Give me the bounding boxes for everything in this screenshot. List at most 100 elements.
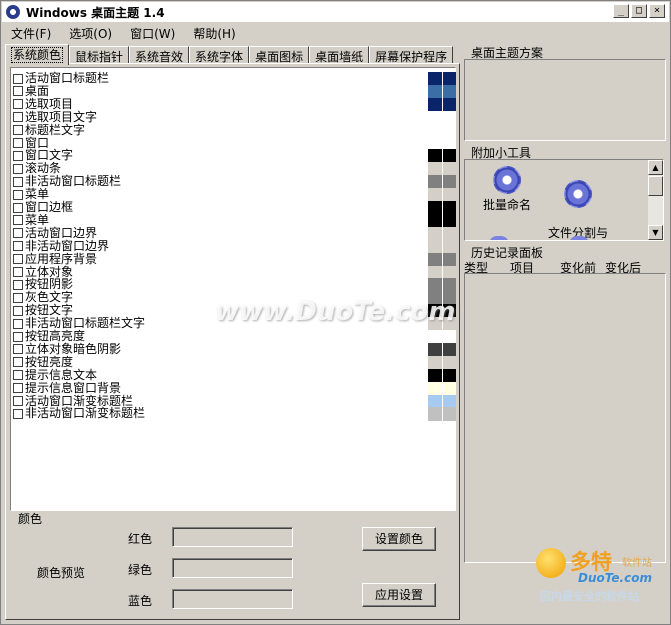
color-swatch[interactable] [428, 355, 442, 370]
color-swatch[interactable] [428, 84, 442, 99]
item-checkbox[interactable] [13, 267, 23, 277]
color-swatch[interactable] [428, 265, 442, 279]
color-swatch-alt[interactable] [443, 252, 456, 266]
item-checkbox[interactable] [13, 150, 23, 161]
color-list-item[interactable]: 选取项目 [13, 97, 73, 111]
item-checkbox[interactable] [13, 408, 23, 419]
color-swatch[interactable] [428, 213, 442, 228]
color-list-item[interactable]: 菜单 [13, 213, 49, 227]
menu-options[interactable]: 选项(O) [60, 23, 121, 42]
item-checkbox[interactable] [13, 215, 23, 226]
item-checkbox[interactable] [13, 176, 23, 187]
tab-system-colors[interactable]: 系统颜色 [5, 44, 70, 65]
color-list-item[interactable]: 提示信息文本 [13, 368, 97, 382]
color-swatch-alt[interactable] [443, 394, 456, 408]
color-swatch[interactable] [428, 252, 442, 266]
color-item-list[interactable]: 活动窗口标题栏 桌面 选取项目 选取项目文字 标题栏文字 窗口 窗口文字 滚动条 非活动窗口标题… [10, 67, 456, 511]
item-checkbox[interactable] [13, 241, 23, 252]
color-swatch-alt[interactable] [443, 123, 456, 137]
color-swatch[interactable] [428, 72, 442, 86]
tab-mouse-pointer[interactable]: 鼠标指针 [69, 46, 130, 64]
color-swatch-alt[interactable] [443, 136, 456, 150]
red-value-field[interactable] [172, 527, 293, 547]
item-checkbox[interactable] [13, 189, 23, 200]
color-swatch[interactable] [428, 342, 442, 357]
item-checkbox[interactable] [13, 305, 23, 316]
color-swatch[interactable] [428, 175, 442, 189]
item-checkbox[interactable] [13, 396, 23, 406]
color-swatch[interactable] [428, 407, 442, 421]
color-list-item[interactable]: 提示信息窗口背景 [13, 381, 121, 395]
color-swatch-alt[interactable] [443, 239, 456, 254]
color-swatch-alt[interactable] [443, 213, 456, 228]
color-swatch[interactable] [428, 394, 442, 408]
tab-screensaver[interactable]: 屏幕保护程序 [369, 46, 454, 64]
item-checkbox[interactable] [13, 331, 23, 342]
color-list-item[interactable]: 非活动窗口边界 [13, 239, 109, 253]
color-swatch-alt[interactable] [443, 368, 456, 383]
addon-scrollbar[interactable]: ▲ ▼ [648, 160, 663, 240]
menu-file[interactable]: 文件(F) [2, 23, 60, 42]
color-swatch-alt[interactable] [443, 330, 456, 344]
color-swatch-alt[interactable] [443, 265, 456, 279]
tab-system-sounds[interactable]: 系统音效 [129, 46, 190, 64]
item-checkbox[interactable] [13, 344, 23, 355]
color-list-item[interactable]: 标题栏文字 [13, 123, 85, 137]
blue-value-field[interactable] [172, 589, 293, 609]
set-color-button[interactable]: 设置颜色 [362, 527, 436, 551]
color-swatch[interactable] [428, 226, 442, 241]
color-list-item[interactable]: 桌面 [13, 84, 49, 98]
color-swatch[interactable] [428, 201, 442, 215]
theme-scheme-list[interactable] [464, 59, 666, 141]
item-checkbox[interactable] [13, 228, 23, 239]
color-swatch[interactable] [428, 149, 442, 163]
item-checkbox[interactable] [13, 383, 23, 394]
title-bar[interactable]: Windows 桌面主题 1.4 _ □ × [2, 2, 669, 22]
menu-window[interactable]: 窗口(W) [121, 23, 184, 42]
color-swatch-alt[interactable] [443, 188, 456, 202]
item-checkbox[interactable] [13, 254, 23, 265]
file-split-tool[interactable]: 文件分割与 合并 [545, 166, 611, 240]
color-swatch[interactable] [428, 97, 442, 112]
color-swatch-alt[interactable] [443, 84, 456, 99]
menu-help[interactable]: 帮助(H) [184, 23, 244, 42]
color-swatch[interactable] [428, 381, 442, 395]
color-swatch[interactable] [428, 278, 442, 292]
color-swatch-alt[interactable] [443, 355, 456, 370]
item-checkbox[interactable] [13, 86, 23, 97]
color-swatch[interactable] [428, 330, 442, 344]
color-swatch[interactable] [428, 110, 442, 125]
history-list[interactable] [464, 273, 666, 563]
scroll-down-icon[interactable]: ▼ [648, 225, 663, 240]
minimize-button[interactable]: _ [613, 4, 629, 18]
apply-settings-button[interactable]: 应用设置 [362, 583, 436, 607]
color-swatch[interactable] [428, 368, 442, 383]
item-checkbox[interactable] [13, 125, 23, 136]
tab-desktop-icons[interactable]: 桌面图标 [249, 46, 310, 64]
item-checkbox[interactable] [13, 73, 23, 84]
color-list-item[interactable]: 选取项目文字 [13, 110, 97, 124]
color-swatch[interactable] [428, 239, 442, 254]
green-value-field[interactable] [172, 558, 293, 578]
color-swatch-alt[interactable] [443, 407, 456, 421]
item-checkbox[interactable] [13, 99, 23, 110]
color-swatch-alt[interactable] [443, 110, 456, 125]
app-icon[interactable] [6, 5, 20, 19]
color-list-item[interactable]: 应用程序背景 [13, 252, 97, 266]
tab-wallpaper[interactable]: 桌面墙纸 [309, 46, 370, 64]
color-list-item[interactable]: 按钮亮度 [13, 355, 73, 369]
item-checkbox[interactable] [13, 279, 23, 290]
color-swatch[interactable] [428, 188, 442, 202]
color-swatch-alt[interactable] [443, 278, 456, 292]
scroll-up-icon[interactable]: ▲ [648, 160, 663, 175]
color-swatch-alt[interactable] [443, 175, 456, 189]
color-swatch-alt[interactable] [443, 381, 456, 395]
color-swatch-alt[interactable] [443, 162, 456, 176]
item-checkbox[interactable] [13, 202, 23, 213]
item-checkbox[interactable] [13, 138, 23, 148]
color-list-item[interactable]: 非活动窗口渐变标题栏 [13, 407, 145, 420]
tab-system-fonts[interactable]: 系统字体 [189, 46, 250, 64]
maximize-button[interactable]: □ [631, 4, 647, 18]
color-swatch-alt[interactable] [443, 342, 456, 357]
scroll-thumb[interactable] [648, 176, 663, 196]
